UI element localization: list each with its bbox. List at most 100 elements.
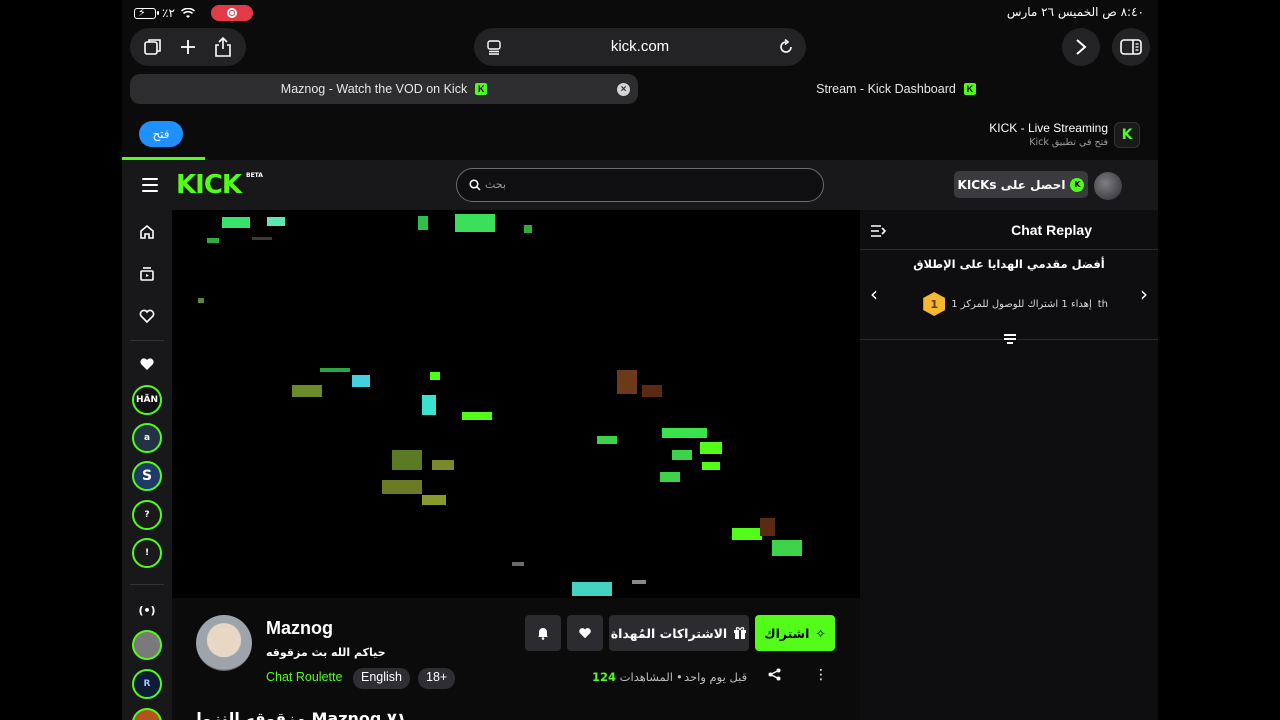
status-datetime: ٨:٤٠ ص الخميس ٢٦ مارس (1006, 5, 1144, 19)
browse-icon[interactable] (137, 264, 157, 284)
kick-logo[interactable]: KICK (176, 170, 242, 200)
banner-app-subtitle: فتح في تطبيق Kick (1029, 137, 1108, 148)
tab-kick-dashboard[interactable]: Stream - Kick Dashboard K (642, 74, 1150, 104)
gift-subs-button[interactable]: الاشتراكات المُهداة (609, 615, 749, 651)
home-icon[interactable] (137, 222, 157, 242)
sidebar-channel[interactable] (132, 708, 162, 720)
collapse-chat-icon[interactable] (870, 224, 886, 238)
sidebar-channel[interactable]: ? (132, 500, 162, 530)
address-bar[interactable]: kick.com (474, 28, 806, 66)
video-artifact (662, 428, 707, 438)
chevron-right-icon[interactable]: › (1140, 282, 1148, 306)
left-sidebar: HÄN a S ? ! (•) R (122, 210, 172, 720)
video-artifact (524, 225, 532, 233)
following-icon[interactable] (137, 306, 157, 326)
video-artifact (320, 368, 350, 372)
screen-recording-indicator[interactable] (210, 5, 253, 21)
video-artifact (222, 217, 250, 228)
beta-label: BETA (246, 172, 263, 179)
get-kicks-button[interactable]: K احصل على KICKs (954, 171, 1088, 198)
video-artifact (642, 385, 662, 397)
kick-favicon: K (963, 83, 976, 95)
sidebar-channel[interactable]: R (132, 669, 162, 699)
video-artifact (352, 375, 370, 387)
vod-title: ٧١ Maznog مزقوقه النزول (188, 709, 407, 720)
top-gifters-title: أفضل مقدمي الهدايا على الإطلاق (913, 257, 1105, 271)
video-artifact (702, 462, 720, 470)
video-artifact (660, 472, 680, 482)
tab-label: Maznog - Watch the VOD on Kick (280, 82, 468, 96)
video-artifact (597, 436, 617, 444)
video-artifact (198, 298, 204, 303)
expand-icon[interactable] (1003, 332, 1017, 346)
search-icon (469, 179, 481, 191)
tag-language[interactable]: English (353, 668, 410, 689)
close-icon[interactable]: × (617, 83, 630, 96)
tag-age[interactable]: 18+ (418, 668, 456, 689)
notification-bell-button[interactable] (525, 615, 561, 651)
video-player[interactable] (172, 210, 860, 598)
search-input[interactable]: بحث (456, 168, 824, 202)
video-artifact (700, 442, 722, 454)
channel-name[interactable]: Maznog (266, 618, 333, 639)
menu-icon[interactable] (142, 178, 158, 192)
heart-icon (579, 628, 591, 639)
follow-button[interactable] (567, 615, 603, 651)
share-icon[interactable] (768, 668, 781, 684)
gift-icon (734, 627, 747, 639)
sidebar-channel[interactable]: a (132, 423, 162, 453)
video-artifact (672, 450, 692, 460)
banner-app-title: KICK - Live Streaming (989, 121, 1108, 135)
chat-panel: Chat Replay أفضل مقدمي الهدايا على الإطل… (860, 210, 1158, 720)
open-in-app-button[interactable]: فتح (139, 121, 183, 147)
get-kicks-label: احصل على KICKs (957, 177, 1066, 192)
app-banner: فتح K KICK - Live Streaming فتح في تطبيق… (122, 110, 1158, 158)
sidebar-channel[interactable]: HÄN (132, 385, 162, 415)
status-left: ⚡ ٪٢ (134, 5, 253, 21)
sidebar-channel[interactable]: ! (132, 538, 162, 568)
live-icon: (•) (138, 603, 156, 617)
video-artifact (732, 528, 762, 540)
bell-icon (538, 628, 548, 640)
video-artifact (430, 372, 440, 380)
share-icon[interactable] (209, 33, 237, 61)
kick-app-icon: K (1114, 122, 1140, 148)
time-ago: قبل يوم واحد (684, 670, 748, 684)
nav-divider (130, 340, 164, 341)
search-placeholder: بحث (485, 178, 506, 191)
sidebar-channel[interactable] (132, 630, 162, 660)
plus-icon[interactable] (174, 33, 202, 61)
battery-percent: ٪٢ (162, 6, 175, 20)
video-artifact (572, 582, 612, 596)
video-artifact (455, 214, 495, 232)
video-artifact (760, 518, 775, 536)
status-bar: ⚡ ٪٢ ٨:٤٠ ص الخميس ٢٦ مارس (122, 0, 1158, 26)
more-icon[interactable]: ⋮ (814, 667, 828, 683)
video-artifact (617, 370, 637, 394)
tabs-icon[interactable] (139, 33, 167, 61)
video-artifact (772, 540, 802, 556)
gifter-suffix: th (1097, 298, 1108, 310)
battery-icon: ⚡ (134, 6, 159, 19)
tab-maznog-vod[interactable]: Maznog - Watch the VOD on Kick K × (130, 74, 638, 104)
views-label: المشاهدات (619, 670, 673, 684)
sidebar-channel[interactable]: S (132, 461, 162, 491)
forward-icon[interactable] (1062, 28, 1100, 66)
sidebar-icon[interactable] (1112, 28, 1150, 66)
meta-dot: • (676, 670, 683, 684)
chat-title: Chat Replay (1011, 222, 1092, 238)
channel-avatar[interactable] (196, 615, 252, 671)
chevron-left-icon[interactable]: ‹ (870, 282, 878, 306)
url-text: kick.com (610, 38, 670, 55)
subscribe-button[interactable]: ✧ اشتراك (755, 615, 835, 651)
video-artifact (512, 562, 524, 566)
category-link[interactable]: Chat Roulette (266, 670, 342, 684)
site-header: KICK BETA بحث K احصل على KICKs (122, 160, 1158, 210)
video-artifact (392, 450, 422, 470)
wifi-icon (180, 7, 195, 18)
reload-icon[interactable] (778, 39, 794, 55)
avatar[interactable] (1094, 172, 1122, 200)
toolbar-left-group (130, 28, 246, 66)
kicks-coin-icon: K (1070, 177, 1085, 192)
subscribe-label: اشتراك (764, 625, 810, 641)
